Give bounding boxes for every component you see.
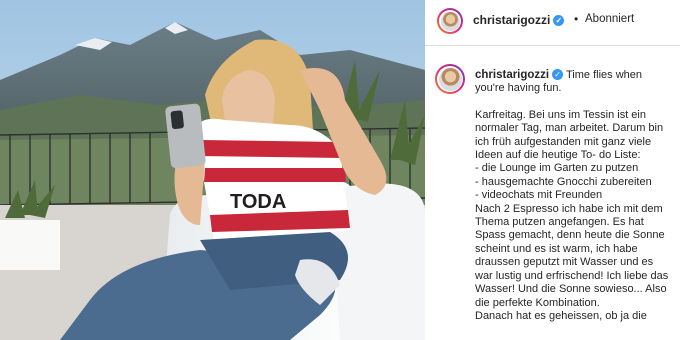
avatar-ring (439, 10, 461, 32)
caption-paragraph: Danach hat es geheissen, ob ja die (475, 309, 647, 322)
post-photo[interactable]: TODA (0, 0, 425, 340)
caption-list-item: - die Lounge im Garten zu putzen (475, 162, 639, 175)
post-header: christarigozzi ✓ • Abonniert (425, 0, 680, 46)
avatar-ring (437, 66, 463, 92)
post-photo-scene: TODA (0, 0, 425, 340)
caption-list-item: - hausgemachte Gnocchi zubereiten (475, 175, 652, 188)
author-username: christarigozzi (473, 13, 551, 27)
caption-list-item: - videochats mit Freunden (475, 189, 603, 202)
post-side-panel: christarigozzi ✓ • Abonniert christarigoz… (425, 0, 680, 340)
verified-badge-icon: ✓ (552, 69, 564, 80)
avatar-image (440, 11, 460, 31)
caption-text: christarigozzi ✓ Time flies when you're h… (475, 69, 673, 323)
avatar-image (438, 67, 462, 91)
follow-status-button[interactable]: Abonniert (585, 13, 634, 25)
author-username-link[interactable]: christarigozzi ✓ (473, 13, 565, 27)
caption-author-username[interactable]: christarigozzi (475, 69, 549, 81)
author-avatar[interactable] (437, 8, 463, 34)
caption-paragraph: Nach 2 Espresso ich habe ich mit dem The… (475, 202, 669, 309)
caption-paragraph: Karfreitag. Bei uns im Tessin ist ein no… (475, 108, 664, 162)
caption-author-avatar[interactable] (435, 64, 465, 94)
shirt-print: TODA (230, 191, 286, 213)
caption-lead: christarigozzi ✓ Time flies when you're h… (475, 69, 673, 96)
header-separator: • (574, 12, 579, 26)
verified-badge-icon: ✓ (553, 15, 565, 26)
